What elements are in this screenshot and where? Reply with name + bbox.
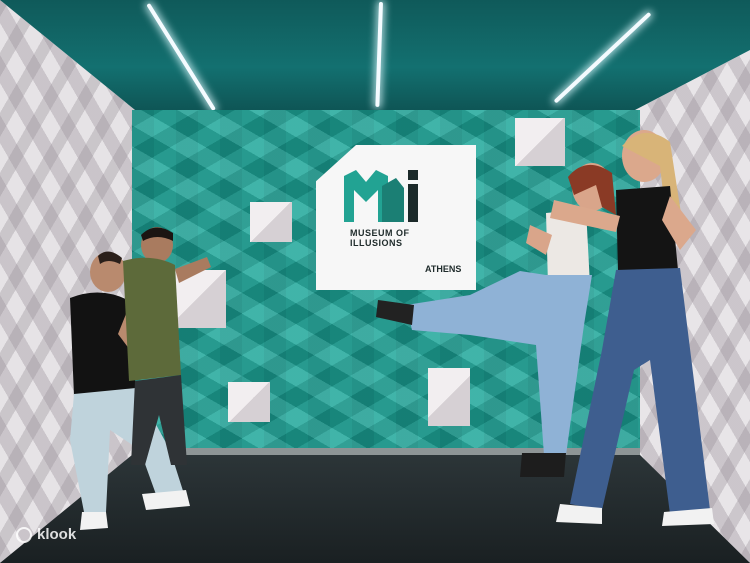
- watermark: klook: [16, 526, 76, 543]
- wall-cube: [250, 202, 292, 242]
- person-back-green-shirt: [123, 227, 211, 465]
- watermark-text: klook: [37, 526, 77, 543]
- wall-cube: [228, 382, 270, 422]
- person-right-standing: [550, 130, 714, 526]
- ceiling-light-strip: [553, 11, 652, 104]
- klook-logo-icon: [16, 526, 32, 543]
- photo-scene: MUSEUM OF ILLUSIONS ATHENS klook: [0, 0, 750, 563]
- ceiling-light-strip: [375, 1, 383, 108]
- ceiling-light-strip: [146, 2, 216, 112]
